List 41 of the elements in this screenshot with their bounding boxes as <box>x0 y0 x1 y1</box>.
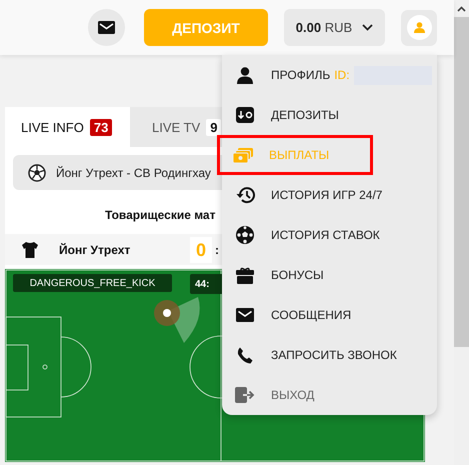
count-badge: 73 <box>90 118 112 136</box>
banknotes-icon <box>233 148 253 162</box>
menu-item[interactable]: ПРОФИЛЬ ID: <box>219 55 440 95</box>
scroll-up-icon[interactable] <box>457 6 466 12</box>
tournament-title: Товарищеские мат <box>104 208 216 224</box>
envelope-icon <box>236 308 254 322</box>
menu-label: ДЕПОЗИТЫ <box>271 108 339 122</box>
history-icon <box>236 186 254 204</box>
menu-label: ИСТОРИЯ ИГР 24/7 <box>271 188 382 202</box>
wallet-icon <box>236 107 254 123</box>
menu-item[interactable]: ИСТОРИЯ СТАВОК <box>219 215 440 255</box>
menu-item[interactable]: ЗАПРОСИТЬ ЗВОНОК <box>219 335 440 375</box>
menu-label: БОНУСЫ <box>271 268 324 282</box>
menu-label: ВЫХОД <box>271 388 314 402</box>
id-label: ID: <box>334 68 350 82</box>
menu-label: СООБЩЕНИЯ <box>271 308 352 322</box>
menu-label: ЗАПРОСИТЬ ЗВОНОК <box>271 348 397 362</box>
menu-item[interactable]: ВЫХОД <box>219 375 440 415</box>
gift-icon <box>236 266 254 284</box>
menu-item[interactable]: СООБЩЕНИЯ <box>219 295 440 335</box>
menu-label: ПРОФИЛЬ <box>271 68 330 82</box>
envelope-icon <box>98 21 115 34</box>
phone-icon <box>237 346 253 364</box>
person-icon <box>414 22 424 33</box>
match-clock: 44: <box>190 274 224 294</box>
person-icon <box>237 66 253 84</box>
exit-icon <box>235 387 255 403</box>
score-separator: : <box>215 242 219 256</box>
menu-item[interactable]: ДЕПОЗИТЫ <box>219 95 440 135</box>
jersey-icon <box>21 240 39 258</box>
score: 0 <box>190 236 212 262</box>
team-name: Йонг Утрехт <box>59 242 132 256</box>
chevron-down-icon <box>362 24 374 31</box>
soccer-ball-icon <box>236 226 254 244</box>
messages-button[interactable] <box>88 9 125 46</box>
scrollbar-thumb[interactable] <box>454 17 469 347</box>
soccer-ball-icon <box>28 164 46 182</box>
menu-label: ИСТОРИЯ СТАВОК <box>271 228 380 242</box>
event-label: DANGEROUS_FREE_KICK <box>13 274 172 292</box>
count-badge: 9 <box>206 118 222 136</box>
balance-dropdown[interactable]: 0.00 RUB <box>284 9 385 46</box>
